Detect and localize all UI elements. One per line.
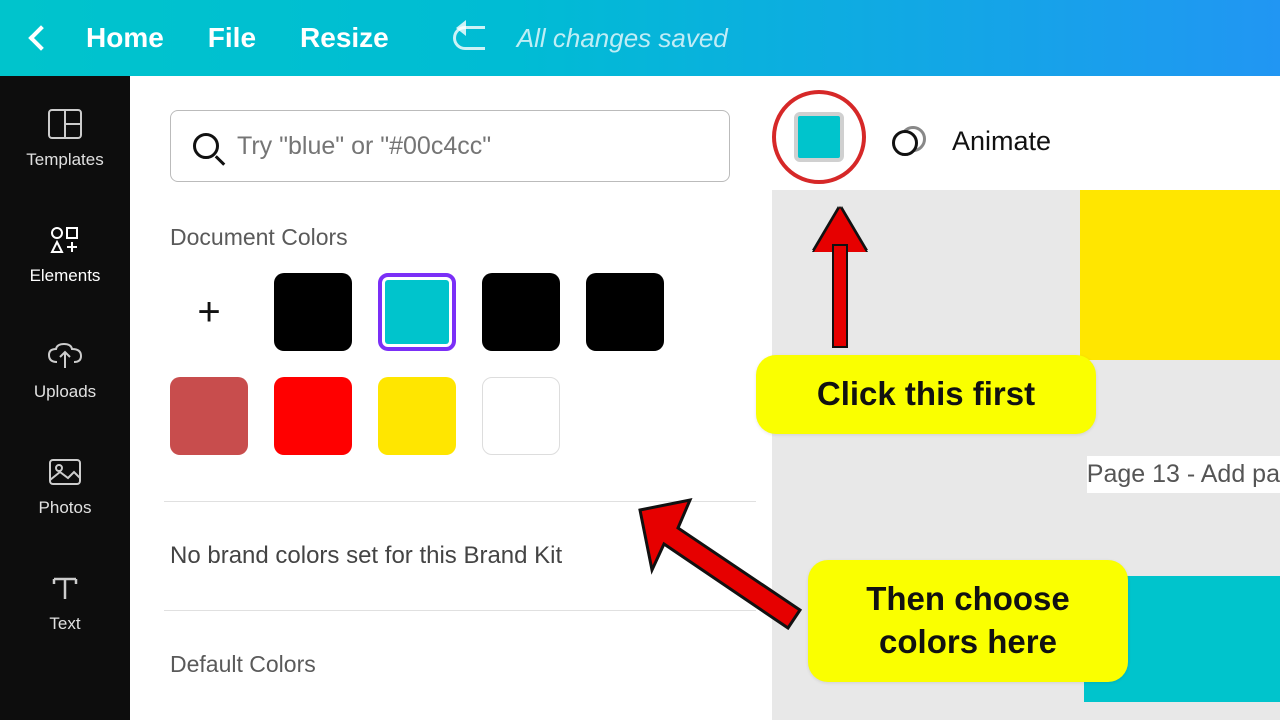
- top-toolbar: Home File Resize All changes saved: [0, 0, 1280, 76]
- canvas-shape-yellow[interactable]: [1080, 190, 1280, 360]
- color-swatch-yellow[interactable]: [378, 377, 456, 455]
- color-swatch-black[interactable]: [586, 273, 664, 351]
- search-input[interactable]: [237, 132, 707, 161]
- uploads-icon: [47, 338, 83, 374]
- annotation-arrow-diagonal: [620, 490, 820, 630]
- sidebar-item-photos[interactable]: Photos: [39, 454, 92, 518]
- undo-icon[interactable]: [453, 26, 485, 50]
- add-color-button[interactable]: [170, 273, 248, 351]
- save-status: All changes saved: [517, 23, 728, 54]
- back-icon[interactable]: [28, 25, 53, 50]
- annotation-callout-2: Then choose colors here: [808, 560, 1128, 682]
- templates-icon: [47, 106, 83, 142]
- color-swatch-teal[interactable]: [378, 273, 456, 351]
- page-label: Page 13 - Add pa: [1087, 456, 1280, 493]
- color-swatch-red[interactable]: [274, 377, 352, 455]
- annotation-arrow-up: [820, 208, 860, 348]
- fill-color-button[interactable]: [794, 112, 844, 162]
- color-swatch-black[interactable]: [274, 273, 352, 351]
- sidebar-item-elements[interactable]: Elements: [30, 222, 101, 286]
- text-icon: [47, 570, 83, 606]
- sidebar-label: Templates: [26, 150, 103, 170]
- left-sidebar: Templates Elements Uploads Photos Text: [0, 76, 130, 720]
- sidebar-label: Text: [49, 614, 80, 634]
- sidebar-label: Uploads: [34, 382, 96, 402]
- color-swatch-black[interactable]: [482, 273, 560, 351]
- sidebar-item-templates[interactable]: Templates: [26, 106, 103, 170]
- sidebar-label: Elements: [30, 266, 101, 286]
- file-menu[interactable]: File: [208, 22, 256, 54]
- sidebar-item-uploads[interactable]: Uploads: [34, 338, 96, 402]
- resize-menu[interactable]: Resize: [300, 22, 389, 54]
- sidebar-item-text[interactable]: Text: [47, 570, 83, 634]
- document-colors-title: Document Colors: [170, 224, 750, 251]
- color-swatch-red-muted[interactable]: [170, 377, 248, 455]
- animate-button[interactable]: Animate: [952, 126, 1051, 157]
- search-icon: [193, 133, 219, 159]
- document-colors-row: [170, 273, 750, 455]
- sidebar-label: Photos: [39, 498, 92, 518]
- elements-icon: [47, 222, 83, 258]
- home-link[interactable]: Home: [86, 22, 164, 54]
- default-colors-title: Default Colors: [170, 651, 750, 678]
- animate-icon[interactable]: [892, 126, 922, 156]
- annotation-callout-1: Click this first: [756, 355, 1096, 434]
- color-search[interactable]: [170, 110, 730, 182]
- color-swatch-white[interactable]: [482, 377, 560, 455]
- annotation-circle: [772, 90, 866, 184]
- context-toolbar: Animate: [772, 94, 1051, 188]
- photos-icon: [47, 454, 83, 490]
